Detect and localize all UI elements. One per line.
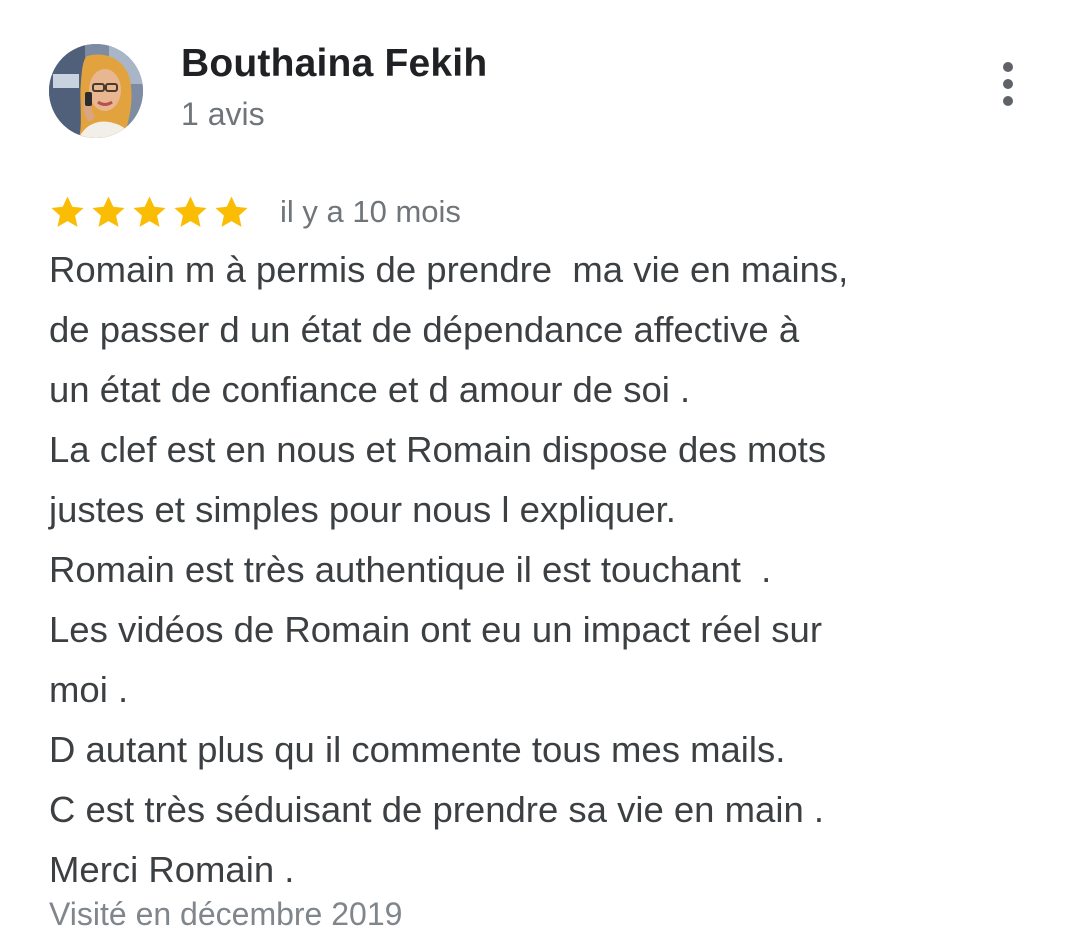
star-icon [215, 195, 248, 227]
avatar[interactable] [49, 44, 143, 138]
review-text-line: un état de confiance et d amour de soi . [49, 369, 691, 410]
review-text-line: moi . [49, 669, 129, 710]
review-text-line: Merci Romain . [49, 849, 295, 890]
review-text-line: C est très séduisant de prendre sa vie e… [49, 789, 825, 830]
review-text-line: Romain m à permis de prendre ma vie en m… [49, 249, 849, 290]
review-text-line: D autant plus qu il commente tous mes ma… [49, 729, 786, 770]
review-text-line: Les vidéos de Romain ont eu un impact ré… [49, 609, 823, 650]
star-icon [92, 195, 125, 227]
star-rating [49, 194, 250, 231]
review-text-line: Romain est très authentique il est touch… [49, 549, 772, 590]
review-text-line: de passer d un état de dépendance affect… [49, 309, 800, 350]
more-vert-icon [1003, 62, 1013, 72]
review-text: Romain m à permis de prendre ma vie en m… [49, 240, 1049, 900]
more-options-button[interactable] [986, 56, 1030, 112]
review-date: il y a 10 mois [280, 194, 461, 229]
star-icon [133, 195, 166, 227]
star-icon [174, 195, 207, 227]
review-count[interactable]: 1 avis [181, 96, 265, 133]
more-vert-icon-dot [1003, 79, 1013, 89]
review-text-line: justes et simples pour nous l expliquer. [49, 489, 676, 530]
review-text-line: La clef est en nous et Romain dispose de… [49, 429, 827, 470]
rating-row: il y a 10 mois [49, 188, 461, 236]
author-name[interactable]: Bouthaina Fekih [181, 42, 487, 86]
review-card: Bouthaina Fekih 1 avis il y a 10 mois Ro… [0, 0, 1080, 939]
more-vert-icon-dot [1003, 96, 1013, 106]
avatar-photo [49, 44, 143, 138]
star-icon [51, 195, 84, 227]
visited-date: Visité en décembre 2019 [49, 896, 403, 932]
